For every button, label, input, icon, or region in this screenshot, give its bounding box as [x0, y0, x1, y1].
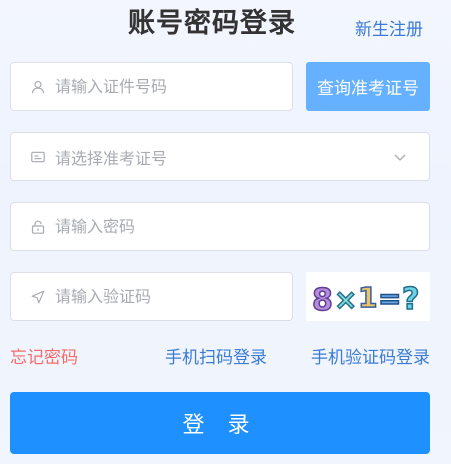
location-arrow-icon	[31, 290, 45, 304]
captcha-input[interactable]	[55, 273, 292, 320]
ticket-number-select[interactable]: 请选择准考证号	[10, 132, 430, 181]
qr-login-link[interactable]: 手机扫码登录	[165, 346, 267, 370]
svg-text:=: =	[378, 282, 401, 315]
id-number-input[interactable]	[55, 63, 292, 110]
password-field[interactable]	[10, 202, 430, 251]
lock-icon	[31, 220, 45, 234]
query-ticket-number-button[interactable]: 查询准考证号	[306, 62, 430, 111]
password-input[interactable]	[55, 203, 429, 250]
id-number-field[interactable]	[10, 62, 293, 111]
captcha-field[interactable]	[10, 272, 293, 321]
chevron-down-icon	[393, 150, 407, 164]
svg-text:8: 8	[312, 283, 333, 318]
login-options-row: 忘记密码 手机扫码登录 手机验证码登录	[10, 346, 430, 370]
svg-text:×: ×	[334, 283, 357, 316]
sms-login-link[interactable]: 手机验证码登录	[311, 346, 430, 370]
ticket-select-placeholder: 请选择准考证号	[55, 148, 168, 168]
forgot-password-link[interactable]: 忘记密码	[10, 346, 78, 370]
register-link[interactable]: 新生注册	[355, 18, 423, 42]
captcha-image[interactable]: 8 × 1 = ?	[306, 272, 430, 321]
login-button[interactable]: 登 录	[10, 392, 430, 454]
id-card-icon	[31, 150, 45, 164]
svg-text:?: ?	[402, 282, 419, 317]
svg-text:1: 1	[358, 281, 377, 314]
user-icon	[31, 80, 45, 94]
page-title: 账号密码登录	[128, 8, 296, 39]
